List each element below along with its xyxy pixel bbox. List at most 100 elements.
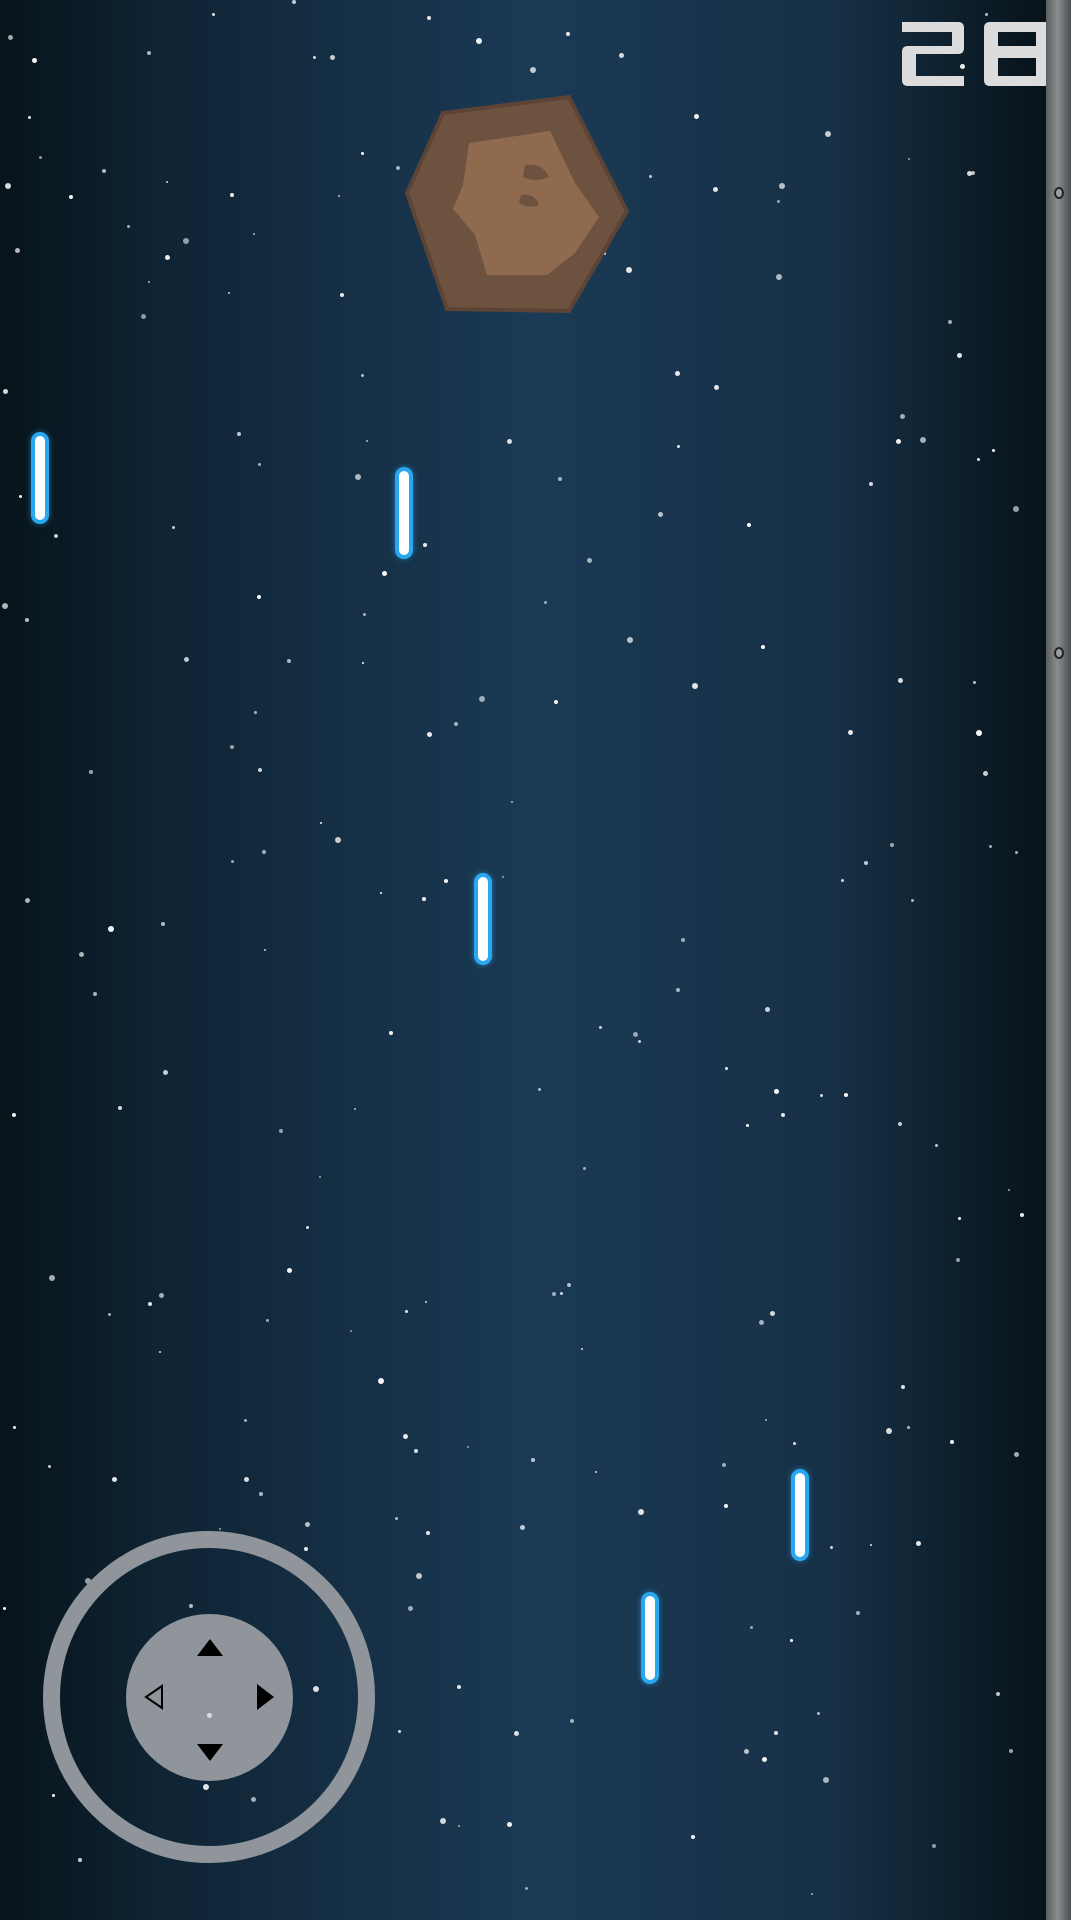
star (825, 131, 831, 137)
star (230, 745, 234, 749)
star (362, 662, 364, 664)
star (244, 1477, 249, 1482)
star (747, 523, 751, 527)
star (237, 432, 241, 436)
virtual-joystick-knob[interactable] (126, 1614, 293, 1781)
star (338, 195, 340, 197)
star (714, 385, 719, 390)
star (989, 845, 992, 848)
star (414, 1449, 418, 1453)
star (28, 116, 31, 119)
star (790, 1639, 793, 1642)
star (633, 1032, 638, 1037)
star (958, 1217, 961, 1220)
star (996, 1692, 1000, 1696)
star (287, 1268, 292, 1273)
star (681, 938, 685, 942)
star (355, 474, 361, 480)
star (950, 1440, 954, 1444)
score-display: 28 (898, 18, 1053, 108)
star (1009, 1749, 1013, 1753)
star (911, 899, 914, 902)
star (920, 437, 926, 443)
star (793, 1442, 796, 1445)
laser-bolt (395, 467, 413, 559)
star (967, 171, 972, 176)
star (948, 320, 952, 324)
star (49, 1275, 55, 1281)
star (811, 1893, 813, 1895)
star (638, 1509, 644, 1515)
star (507, 439, 512, 444)
star (992, 449, 995, 452)
star (231, 860, 234, 863)
star (774, 1731, 778, 1735)
star (147, 51, 151, 55)
star (25, 898, 30, 903)
star (765, 1007, 770, 1012)
star (983, 771, 988, 776)
star (908, 158, 910, 160)
star (102, 169, 106, 173)
star (1015, 851, 1018, 854)
star (976, 730, 982, 736)
star (830, 1546, 833, 1549)
star (258, 768, 262, 772)
star (163, 1070, 168, 1075)
star (744, 1749, 749, 1754)
star (570, 1719, 574, 1723)
star (844, 1093, 848, 1097)
star (48, 1465, 51, 1468)
star (507, 1822, 512, 1827)
star (304, 1547, 308, 1551)
arrow-up-icon (197, 1639, 223, 1656)
star (279, 1129, 283, 1133)
star (244, 1419, 247, 1422)
star (313, 56, 316, 59)
star (230, 193, 234, 197)
star (765, 1419, 767, 1421)
star (253, 233, 255, 235)
star (694, 114, 699, 119)
star (257, 595, 261, 599)
star (141, 314, 146, 319)
game-canvas[interactable]: 28 (0, 0, 1071, 1920)
star (366, 440, 368, 442)
star (350, 1330, 352, 1332)
star (870, 1544, 872, 1546)
star (817, 1712, 820, 1715)
star (770, 1311, 775, 1316)
star (320, 822, 322, 824)
rail-marker (1054, 647, 1064, 659)
star (396, 166, 400, 170)
star (112, 1477, 117, 1482)
star (567, 1283, 571, 1287)
star (595, 1471, 597, 1473)
star (287, 659, 291, 663)
star (108, 926, 114, 932)
star (856, 1611, 860, 1615)
star (1008, 1189, 1010, 1191)
star (722, 1463, 726, 1467)
star (127, 225, 130, 228)
star (985, 13, 988, 16)
star (228, 292, 230, 294)
star (427, 732, 432, 737)
star (750, 1626, 753, 1629)
score-digits (902, 22, 1050, 86)
star (378, 1378, 384, 1384)
star (977, 458, 980, 461)
star (777, 200, 780, 203)
star (898, 1122, 902, 1126)
star (886, 1428, 892, 1434)
star (423, 543, 427, 547)
star (583, 1167, 586, 1170)
star (405, 1310, 408, 1313)
star (183, 238, 189, 244)
star (159, 1293, 164, 1298)
star (266, 1319, 269, 1322)
star (148, 281, 150, 283)
star (900, 414, 905, 419)
star (108, 1313, 111, 1316)
laser-bolt (791, 1469, 809, 1561)
